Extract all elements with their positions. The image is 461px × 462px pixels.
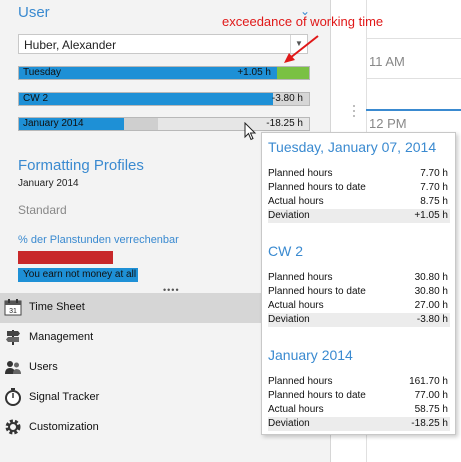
svg-text:31: 31 — [9, 308, 17, 315]
tooltip-row: Planned hours to date 77.00 h — [268, 390, 448, 401]
user-select[interactable]: Huber, Alexander ▼ — [18, 34, 308, 54]
tooltip-month-title: January 2014 — [268, 347, 353, 363]
week-balance-bar[interactable]: CW 2 -3.80 h — [18, 92, 310, 106]
week-bar-value: -3.80 h — [271, 93, 303, 104]
nav-label-users: Users — [29, 361, 58, 373]
resize-grip-icon[interactable] — [352, 104, 356, 118]
selected-user: Huber, Alexander — [24, 38, 117, 52]
formatting-profiles-date: January 2014 — [18, 178, 79, 189]
calendar-icon: 31 — [4, 299, 22, 316]
day-overtime-fill — [277, 67, 309, 79]
tooltip-row: Planned hours 30.80 h — [268, 272, 448, 283]
stopwatch-icon — [5, 388, 21, 406]
tooltip-row: Planned hours 7.70 h — [268, 168, 448, 179]
tooltip-row: Planned hours to date 7.70 h — [268, 182, 448, 193]
tooltip-week-title: CW 2 — [268, 243, 303, 259]
tooltip-row: Planned hours to date 30.80 h — [268, 286, 448, 297]
nav-label-management: Management — [29, 331, 94, 343]
month-bar-label: January 2014 — [23, 118, 84, 129]
earning-info-text: You earn not money at all — [23, 269, 137, 280]
week-planned-fill — [19, 93, 273, 105]
standard-profile-label[interactable]: Standard — [18, 203, 67, 217]
earning-info-bar: You earn not money at all — [18, 268, 138, 282]
tooltip-row: Actual hours 27.00 h — [268, 300, 448, 311]
day-bar-label: Tuesday — [23, 67, 61, 78]
tooltip-row: Planned hours 161.70 h — [268, 376, 448, 387]
exceedance-annotation: exceedance of working time — [222, 14, 384, 29]
mouse-cursor-icon — [244, 122, 257, 141]
billable-rule-link[interactable]: % der Planstunden verrechenbar — [18, 234, 179, 246]
calendar-hour-line — [366, 78, 461, 79]
nav-label-time-sheet: Time Sheet — [29, 301, 85, 313]
nav-label-signal-tracker: Signal Tracker — [29, 391, 100, 403]
calendar-hour-line — [366, 38, 461, 39]
balance-tooltip: Tuesday, January 07, 2014 Planned hours 7… — [261, 132, 456, 435]
tooltip-deviation-row: Deviation -3.80 h — [268, 313, 450, 327]
month-to-date-fill — [124, 118, 158, 130]
tooltip-row: Actual hours 58.75 h — [268, 404, 448, 415]
nav-label-customization: Customization — [29, 421, 99, 433]
gear-icon — [5, 419, 21, 435]
day-balance-bar[interactable]: Tuesday +1.05 h — [18, 66, 310, 80]
users-icon — [5, 361, 21, 374]
tooltip-deviation-row: Deviation +1.05 h — [268, 209, 450, 223]
week-bar-label: CW 2 — [23, 93, 48, 104]
month-bar-value: -18.25 h — [266, 118, 303, 129]
calendar-time-11am: 11 AM — [369, 54, 405, 69]
tooltip-row: Actual hours 8.75 h — [268, 196, 448, 207]
current-time-line — [366, 109, 461, 111]
day-bar-value: +1.05 h — [237, 67, 271, 78]
user-section-title: User — [18, 4, 50, 21]
tooltip-day-title: Tuesday, January 07, 2014 — [268, 139, 437, 155]
tooltip-deviation-row: Deviation -18.25 h — [268, 417, 450, 431]
month-balance-bar[interactable]: January 2014 -18.25 h — [18, 117, 310, 131]
dropdown-arrow-icon[interactable]: ▼ — [290, 35, 307, 53]
formatting-profiles-title: Formatting Profiles — [18, 157, 144, 174]
signpost-icon — [6, 330, 20, 345]
calendar-time-12pm: 12 PM — [369, 116, 407, 131]
billable-indicator-bar — [18, 251, 113, 264]
